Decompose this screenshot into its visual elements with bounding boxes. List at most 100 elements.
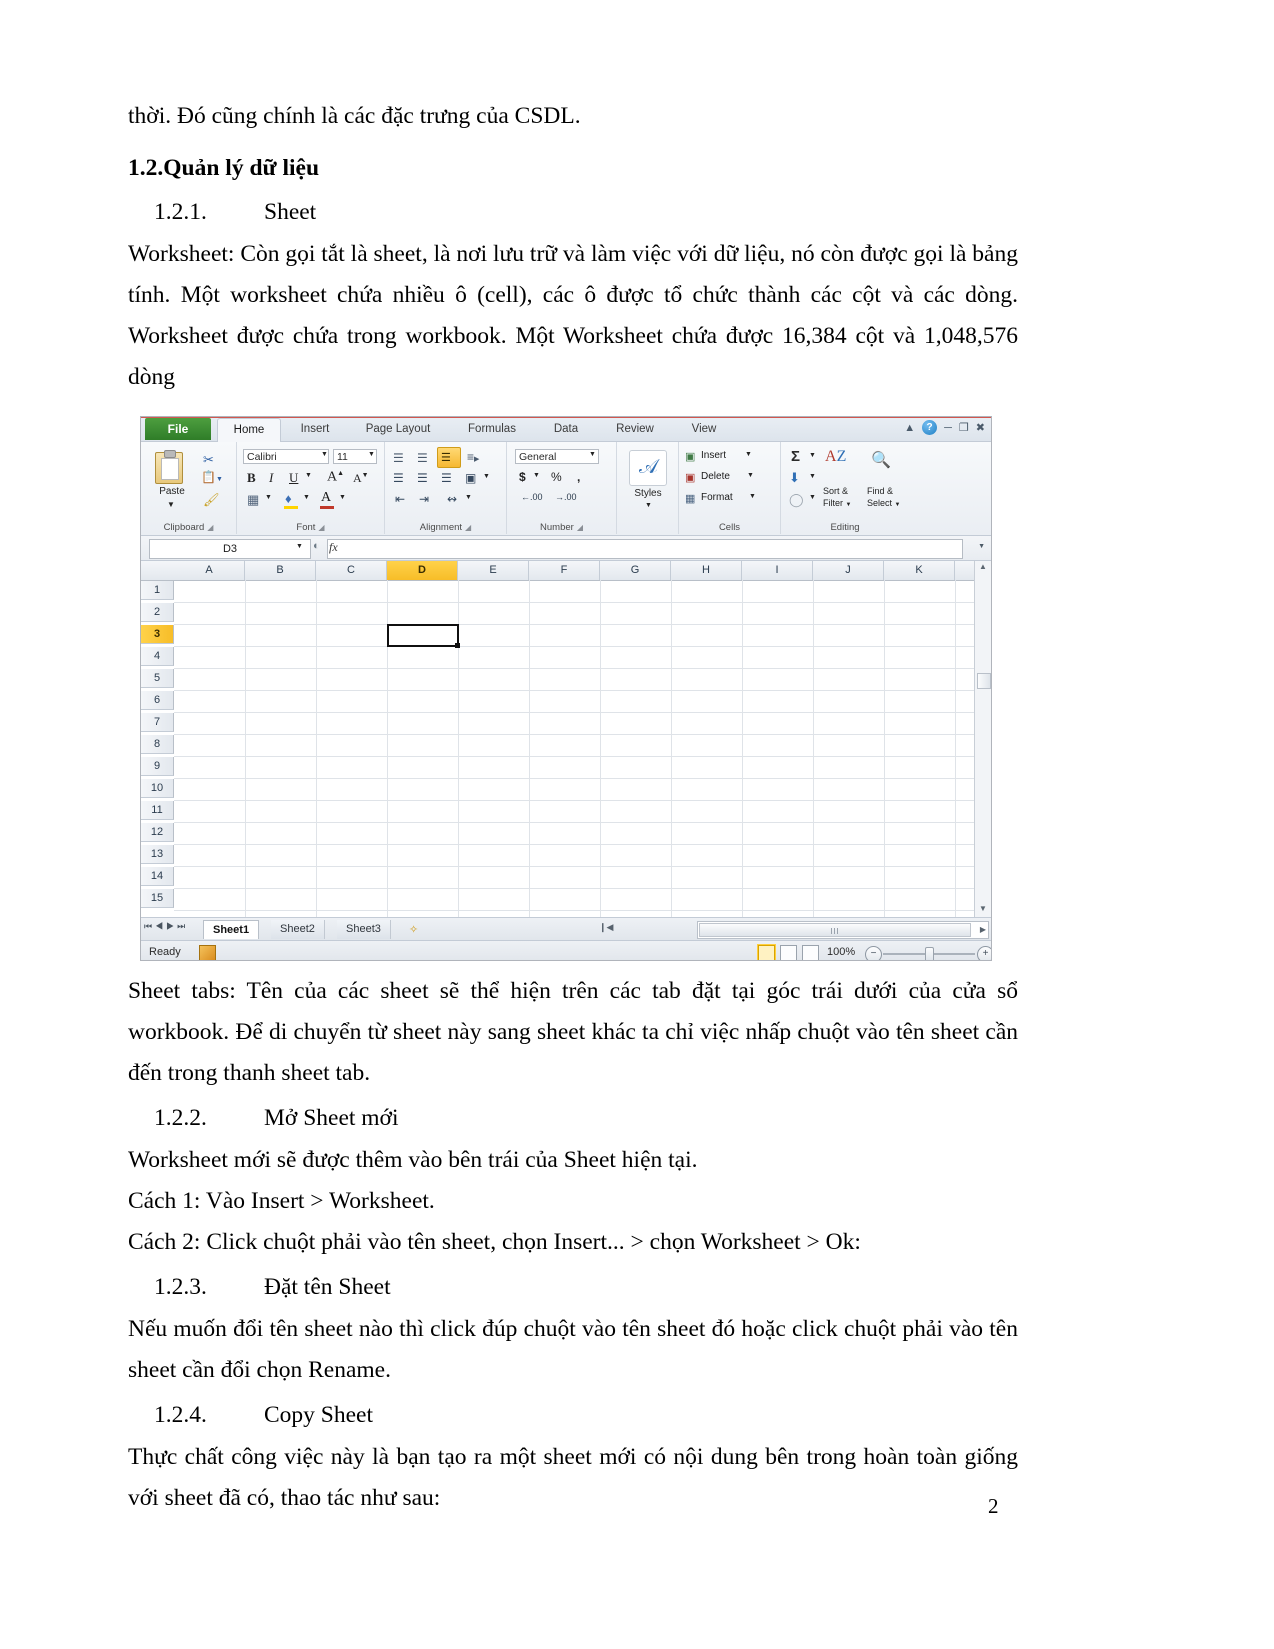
row-header-15[interactable]: 15 xyxy=(141,889,174,908)
increase-decimal-icon[interactable]: ←.00 xyxy=(521,492,543,502)
number-format-dropdown-icon[interactable]: ▼ xyxy=(589,451,596,458)
align-middle-icon[interactable]: ☰ xyxy=(417,451,428,465)
styles-label[interactable]: Styles xyxy=(629,488,667,499)
col-header-J[interactable]: J xyxy=(813,561,884,580)
row-header-10[interactable]: 10 xyxy=(141,779,174,798)
dialog-launcher-font[interactable]: ◢ xyxy=(318,523,324,532)
find-select-label-2[interactable]: Select ▼ xyxy=(867,498,900,508)
tab-data[interactable]: Data xyxy=(537,418,595,441)
wrap-text-icon[interactable]: ↭ xyxy=(447,492,457,506)
sort-filter-label-2[interactable]: Filter ▼ xyxy=(823,498,851,508)
autosum-icon[interactable]: Σ xyxy=(791,448,800,465)
page-layout-view-icon[interactable] xyxy=(780,945,797,960)
underline-button[interactable]: U xyxy=(289,470,298,486)
copy-icon[interactable]: 📋▼ xyxy=(201,470,223,484)
col-header-C[interactable]: C xyxy=(316,561,387,580)
expand-formula-bar-icon[interactable]: ▼ xyxy=(978,543,985,550)
format-cells-dropdown-icon[interactable]: ▼ xyxy=(749,493,756,500)
scroll-right-icon[interactable]: ▶ xyxy=(980,925,986,934)
help-icon[interactable]: ? xyxy=(922,420,938,435)
bold-button[interactable]: B xyxy=(247,470,256,486)
collapse-ribbon-icon[interactable]: ▲ xyxy=(904,422,915,434)
col-header-F[interactable]: F xyxy=(529,561,600,580)
zoom-in-button[interactable]: + xyxy=(977,946,991,960)
align-center-icon[interactable]: ☰ xyxy=(417,471,428,485)
delete-cells-icon[interactable]: ▣ xyxy=(685,471,695,484)
tab-review[interactable]: Review xyxy=(599,418,671,441)
font-name-dropdown-icon[interactable]: ▼ xyxy=(321,451,328,458)
find-select-icon[interactable]: 🔍 xyxy=(871,450,891,470)
next-sheet-icon[interactable]: ▶ xyxy=(166,921,177,931)
paste-icon[interactable] xyxy=(155,450,183,484)
decrease-decimal-icon[interactable]: →.00 xyxy=(555,492,577,502)
tab-split-handle[interactable]: ❙◀ xyxy=(599,922,613,933)
tab-view[interactable]: View xyxy=(675,418,733,441)
col-header-K[interactable]: K xyxy=(884,561,955,580)
insert-cells-label[interactable]: Insert xyxy=(701,450,726,461)
row-header-5[interactable]: 5 xyxy=(141,669,174,688)
fill-color-dropdown-icon[interactable]: ▼ xyxy=(303,494,310,501)
orientation-icon[interactable]: ≡▶ xyxy=(467,450,479,464)
font-color-dropdown-icon[interactable]: ▼ xyxy=(339,494,346,501)
sort-filter-icon[interactable]: AZ xyxy=(825,448,846,466)
merge-and-center-icon[interactable]: ▣ xyxy=(465,471,476,485)
scroll-up-icon[interactable]: ▲ xyxy=(977,562,989,574)
insert-worksheet-icon[interactable]: ✧ xyxy=(409,923,418,936)
format-cells-label[interactable]: Format xyxy=(701,492,733,503)
fill-color-icon[interactable]: ♦ xyxy=(285,491,292,506)
dialog-launcher-number[interactable]: ◢ xyxy=(577,523,583,532)
sheet-tab-sheet3[interactable]: Sheet3 xyxy=(337,920,391,939)
row-header-14[interactable]: 14 xyxy=(141,867,174,886)
accounting-dropdown-icon[interactable]: ▼ xyxy=(533,472,540,479)
vertical-scrollbar[interactable]: ▲ ▼ xyxy=(974,561,991,917)
decrease-indent-icon[interactable]: ⇤ xyxy=(395,492,405,506)
close-icon[interactable]: ✖ xyxy=(976,421,985,434)
increase-indent-icon[interactable]: ⇥ xyxy=(419,492,429,506)
tab-formulas[interactable]: Formulas xyxy=(451,418,533,441)
col-header-B[interactable]: B xyxy=(245,561,316,580)
font-name-input[interactable]: Calibri xyxy=(243,449,329,464)
align-top-icon[interactable]: ☰ xyxy=(393,451,404,465)
row-header-12[interactable]: 12 xyxy=(141,823,174,842)
restore-icon[interactable]: ❐ xyxy=(959,421,969,434)
italic-button[interactable]: I xyxy=(269,470,273,486)
col-header-I[interactable]: I xyxy=(742,561,813,580)
prev-sheet-icon[interactable]: ◀ xyxy=(155,921,166,931)
format-painter-icon[interactable]: 🖌 xyxy=(203,492,220,508)
paste-dropdown-icon[interactable]: ▼ xyxy=(167,500,175,509)
align-left-icon[interactable]: ☰ xyxy=(393,471,404,485)
row-header-1[interactable]: 1 xyxy=(141,581,174,600)
dialog-launcher-alignment[interactable]: ◢ xyxy=(465,523,471,532)
borders-dropdown-icon[interactable]: ▼ xyxy=(265,494,272,501)
font-color-icon[interactable]: A xyxy=(321,490,331,506)
col-header-A[interactable]: A xyxy=(174,561,245,580)
scroll-down-icon[interactable]: ▼ xyxy=(977,904,989,916)
autosum-dropdown-icon[interactable]: ▼ xyxy=(809,452,816,459)
fx-icon[interactable]: fx xyxy=(329,540,338,555)
font-size-dropdown-icon[interactable]: ▼ xyxy=(368,451,375,458)
delete-cells-dropdown-icon[interactable]: ▼ xyxy=(747,472,754,479)
format-cells-icon[interactable]: ▦ xyxy=(685,492,695,505)
sort-filter-label-1[interactable]: Sort & xyxy=(823,486,848,496)
row-header-2[interactable]: 2 xyxy=(141,603,174,622)
vertical-scroll-thumb[interactable] xyxy=(977,673,991,689)
row-header-13[interactable]: 13 xyxy=(141,845,174,864)
page-break-preview-icon[interactable] xyxy=(802,945,819,960)
first-sheet-icon[interactable]: ⏮ xyxy=(144,921,155,931)
row-header-7[interactable]: 7 xyxy=(141,713,174,732)
font-color-swatch[interactable] xyxy=(320,506,334,509)
col-header-D[interactable]: D xyxy=(387,561,458,580)
worksheet-grid[interactable]: A B C D E F G H I J K 1 2 3 4 5 6 7 8 9 … xyxy=(141,561,991,917)
find-select-label-1[interactable]: Find & xyxy=(867,486,893,496)
underline-dropdown-icon[interactable]: ▼ xyxy=(305,472,312,479)
insert-cells-dropdown-icon[interactable]: ▼ xyxy=(745,451,752,458)
sheet-tab-sheet1[interactable]: Sheet1 xyxy=(203,920,260,939)
active-cell-D3[interactable] xyxy=(387,624,460,648)
sheet-tab-sheet2[interactable]: Sheet2 xyxy=(271,920,325,939)
grow-font-button[interactable]: A▲ xyxy=(327,469,344,486)
sheet-nav-buttons[interactable]: ⏮◀▶⏭ xyxy=(144,921,188,932)
row-header-11[interactable]: 11 xyxy=(141,801,174,820)
formula-input[interactable] xyxy=(327,539,963,559)
percent-format-button[interactable]: % xyxy=(551,470,562,484)
zoom-out-button[interactable]: − xyxy=(865,946,882,960)
